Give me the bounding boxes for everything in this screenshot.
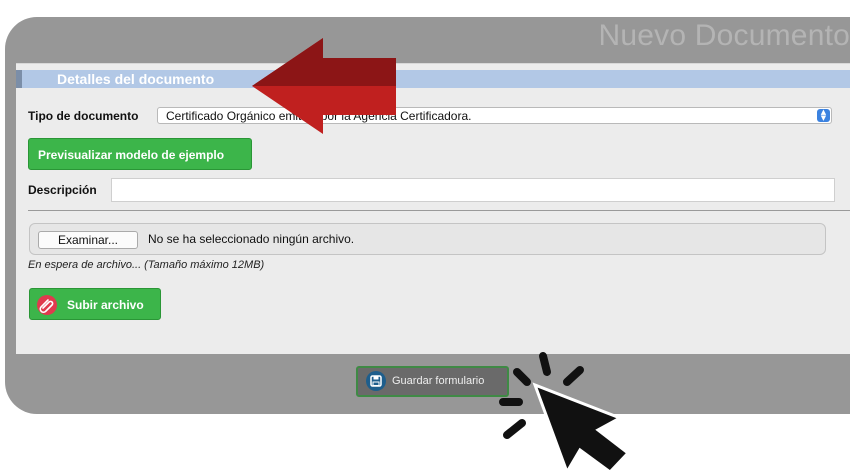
preview-button-label: Previsualizar modelo de ejemplo (38, 148, 225, 162)
doc-type-select[interactable]: Certificado Orgánico emitido por la Agen… (157, 107, 832, 124)
doc-type-label: Tipo de documento (28, 109, 139, 123)
window-title: Nuevo Documento (598, 19, 850, 52)
file-status-text: No se ha seleccionado ningún archivo. (148, 232, 355, 246)
browse-button[interactable]: Examinar... (38, 231, 138, 249)
paperclip-icon (37, 295, 57, 315)
description-label: Descripción (28, 183, 97, 197)
upload-button-label: Subir archivo (67, 298, 144, 312)
preview-template-button[interactable]: Previsualizar modelo de ejemplo (28, 138, 252, 170)
doc-type-selected-value: Certificado Orgánico emitido por la Agen… (166, 109, 472, 123)
upload-hint: En espera de archivo... (Tamaño máximo 1… (28, 259, 265, 271)
upload-file-button[interactable]: Subir archivo (29, 288, 161, 320)
form-window: Nuevo Documento Detalles del documento T… (5, 17, 850, 414)
document-details-panel: Detalles del documento Tipo de documento… (16, 63, 850, 354)
chevron-updown-icon: ▲ ▼ (817, 109, 830, 122)
section-title: Detalles del documento (57, 71, 215, 87)
floppy-disk-icon (366, 371, 386, 391)
divider (28, 210, 850, 211)
section-header: Detalles del documento (16, 70, 850, 88)
file-picker: Examinar... No se ha seleccionado ningún… (29, 223, 826, 255)
save-button-label: Guardar formulario (392, 375, 485, 387)
save-form-button[interactable]: Guardar formulario (356, 366, 509, 397)
description-input[interactable] (111, 178, 835, 202)
